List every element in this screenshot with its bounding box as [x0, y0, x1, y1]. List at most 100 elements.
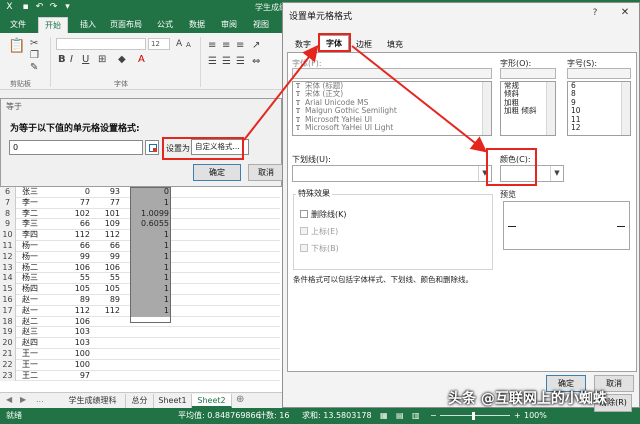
- grow-font-icon[interactable]: A: [176, 39, 182, 49]
- row-number[interactable]: 13: [0, 262, 16, 274]
- row-number[interactable]: 23: [0, 370, 16, 382]
- cell-name[interactable]: 王一: [22, 349, 60, 360]
- cell-name[interactable]: 李一: [22, 198, 60, 209]
- strikethrough-checkbox[interactable]: 删除线(K): [300, 209, 347, 220]
- cell-score[interactable]: 99: [60, 252, 90, 263]
- cell-name[interactable]: 赵一: [22, 295, 60, 306]
- style-list-scrollbar[interactable]: [546, 82, 555, 135]
- cell-score2[interactable]: 112: [92, 230, 120, 241]
- cell-score2[interactable]: [92, 327, 120, 338]
- zoom-level[interactable]: 100%: [524, 408, 547, 424]
- tab-fill[interactable]: 填充: [381, 37, 409, 52]
- copy-icon[interactable]: ❐: [30, 51, 39, 61]
- font-size-box[interactable]: 12: [148, 38, 170, 50]
- cell-name[interactable]: 杨一: [22, 252, 60, 263]
- cell-score2[interactable]: 66: [92, 241, 120, 252]
- style-list[interactable]: 常规 倾斜 加粗 加粗 倾斜: [500, 81, 556, 136]
- cell-score[interactable]: 0: [60, 187, 90, 198]
- cell-score2[interactable]: 105: [92, 284, 120, 295]
- cell-score2[interactable]: 77: [92, 198, 120, 209]
- cell-name[interactable]: 张三: [22, 187, 60, 198]
- redo-icon[interactable]: ↷: [48, 2, 59, 13]
- tab-data[interactable]: 数据: [184, 17, 210, 33]
- value-input[interactable]: 0: [9, 140, 143, 155]
- cancel-button[interactable]: 取消: [248, 164, 284, 181]
- align-right-icon[interactable]: ☰: [236, 57, 245, 67]
- cell-name[interactable]: 李四: [22, 230, 60, 241]
- font-list-scrollbar[interactable]: [482, 82, 491, 135]
- cell-name[interactable]: 杨四: [22, 284, 60, 295]
- tab-file[interactable]: 文件: [2, 17, 34, 33]
- zoom-slider-thumb[interactable]: [472, 412, 475, 420]
- cell-score[interactable]: 100: [60, 360, 90, 371]
- sheet-tab-sheet1[interactable]: Sheet1: [154, 394, 192, 408]
- cell-score2[interactable]: 101: [92, 209, 120, 220]
- shrink-font-icon[interactable]: A: [186, 40, 191, 50]
- cell-score[interactable]: 100: [60, 349, 90, 360]
- cell-score2[interactable]: [92, 338, 120, 349]
- cell-name[interactable]: 杨三: [22, 273, 60, 284]
- sheet-tab-sheet2[interactable]: Sheet2: [192, 394, 232, 408]
- cell-score[interactable]: 103: [60, 338, 90, 349]
- cut-icon[interactable]: ✂: [30, 39, 38, 49]
- cell-score[interactable]: 112: [60, 306, 90, 317]
- underline-icon[interactable]: U: [82, 55, 89, 65]
- italic-icon[interactable]: I: [70, 55, 73, 65]
- cell-score[interactable]: 77: [60, 198, 90, 209]
- row-number[interactable]: 10: [0, 230, 16, 241]
- align-center-icon[interactable]: ☰: [222, 57, 231, 67]
- cell-score[interactable]: 106: [60, 317, 90, 328]
- cell-score2[interactable]: 109: [92, 219, 120, 230]
- underline-dropdown[interactable]: ▼: [292, 165, 492, 182]
- cell-score[interactable]: 55: [60, 273, 90, 284]
- cell-score[interactable]: 66: [60, 241, 90, 252]
- sheet-more[interactable]: ...: [36, 395, 44, 404]
- cell-name[interactable]: 李三: [22, 219, 60, 230]
- cell-score[interactable]: 112: [60, 230, 90, 241]
- help-icon[interactable]: ?: [588, 6, 602, 20]
- cell-score2[interactable]: 106: [92, 263, 120, 274]
- tab-page-layout[interactable]: 页面布局: [106, 17, 146, 33]
- zoom-slider[interactable]: [440, 415, 510, 416]
- sheet-prev-icon[interactable]: ◀: [6, 395, 12, 404]
- cell-name[interactable]: 赵一: [22, 306, 60, 317]
- cell-score[interactable]: 106: [60, 263, 90, 274]
- cell-score2[interactable]: [92, 371, 120, 382]
- row-number[interactable]: 21: [0, 349, 16, 360]
- tab-border[interactable]: 边框: [351, 37, 377, 52]
- paste-icon[interactable]: 📋: [8, 39, 25, 53]
- align-middle-icon[interactable]: ≡: [222, 41, 230, 51]
- tab-review[interactable]: 审阅: [216, 17, 242, 33]
- cell-score[interactable]: 97: [60, 371, 90, 382]
- row-number[interactable]: 6: [0, 187, 16, 198]
- cell-name[interactable]: 王一: [22, 360, 60, 371]
- close-icon[interactable]: ✕: [609, 4, 640, 22]
- cell-ratio[interactable]: [131, 360, 170, 371]
- ok-button[interactable]: 确定: [193, 164, 241, 181]
- cell-score[interactable]: 102: [60, 209, 90, 220]
- style-input[interactable]: [500, 68, 556, 79]
- cell-name[interactable]: 杨一: [22, 241, 60, 252]
- tab-insert[interactable]: 插入: [74, 17, 102, 33]
- size-list[interactable]: 6 8 9 10 11 12: [567, 81, 631, 136]
- normal-view-icon[interactable]: ▦: [380, 408, 388, 424]
- format-painter-icon[interactable]: ✎: [30, 63, 38, 73]
- cell-name[interactable]: 赵三: [22, 327, 60, 338]
- tab-home[interactable]: 开始: [38, 17, 68, 33]
- cell-name[interactable]: 李二: [22, 209, 60, 220]
- sheet-next-icon[interactable]: ▶: [20, 395, 26, 404]
- bold-icon[interactable]: B: [58, 55, 66, 65]
- zoom-in-icon[interactable]: +: [514, 408, 521, 424]
- cell-score2[interactable]: 89: [92, 295, 120, 306]
- tab-formulas[interactable]: 公式: [152, 17, 178, 33]
- cell-score2[interactable]: 99: [92, 252, 120, 263]
- row-number[interactable]: 9: [0, 219, 16, 231]
- add-sheet-icon[interactable]: ⊕: [236, 394, 244, 405]
- align-bottom-icon[interactable]: ≡: [236, 41, 244, 51]
- orientation-icon[interactable]: ↗: [252, 41, 260, 51]
- size-input[interactable]: [567, 68, 631, 79]
- row-number[interactable]: 19: [0, 327, 16, 339]
- row-number[interactable]: 8: [0, 208, 16, 220]
- sheet-tab-scores[interactable]: 学生成绩理科: [60, 394, 126, 408]
- borders-icon[interactable]: ⊞: [98, 55, 106, 65]
